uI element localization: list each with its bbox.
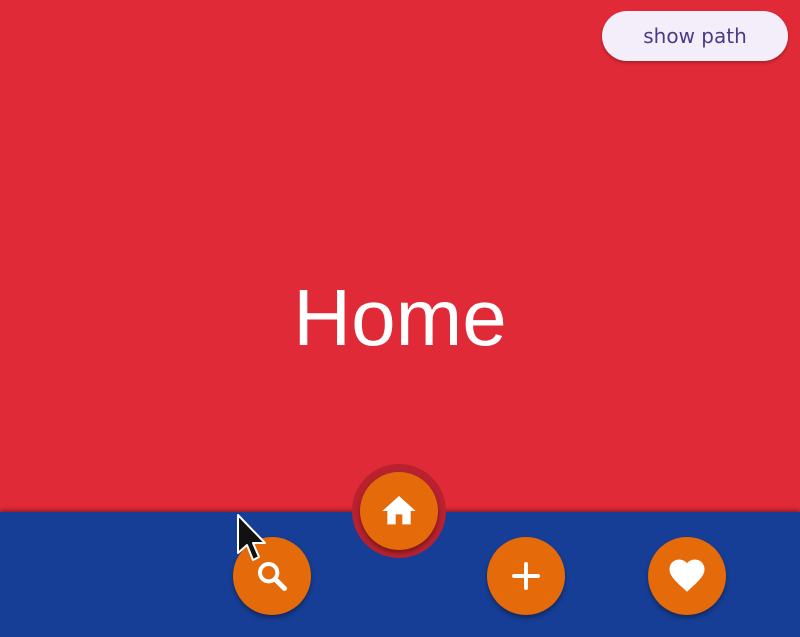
- plus-icon: [508, 558, 544, 594]
- nav-favorites-button[interactable]: [648, 537, 726, 615]
- nav-home-button[interactable]: [360, 472, 438, 550]
- show-path-button[interactable]: show path: [602, 11, 788, 61]
- search-icon: [252, 556, 292, 596]
- nav-add-button[interactable]: [487, 537, 565, 615]
- nav-search-button[interactable]: [233, 537, 311, 615]
- page-title: Home: [293, 273, 507, 362]
- home-page: Home: [0, 0, 800, 512]
- heart-icon: [666, 555, 708, 597]
- home-icon: [379, 491, 419, 531]
- app-window: Home show path: [0, 0, 800, 637]
